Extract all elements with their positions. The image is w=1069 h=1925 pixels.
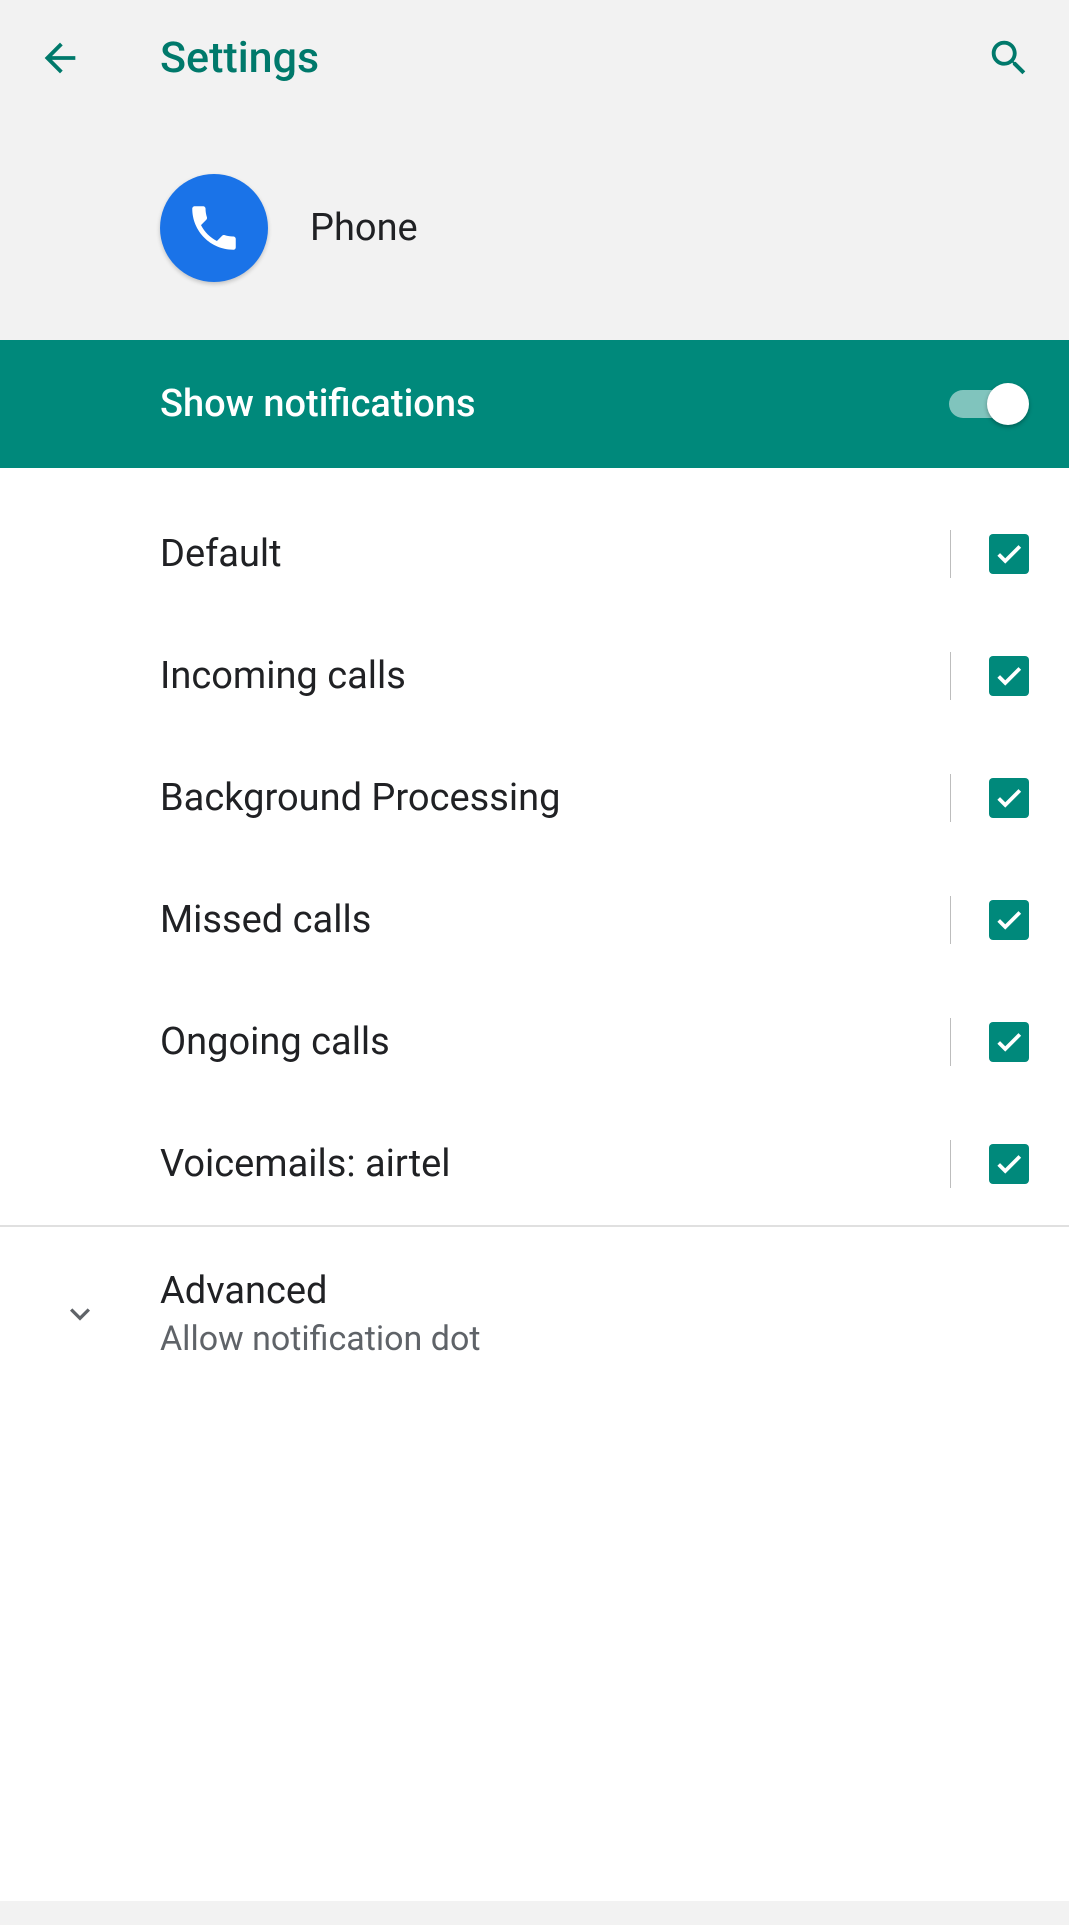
divider <box>950 896 951 944</box>
category-background-processing[interactable]: Background Processing <box>0 737 1069 859</box>
page-title: Settings <box>160 33 979 83</box>
app-info-section: Phone <box>0 115 1069 340</box>
category-label: Voicemails: airtel <box>160 1142 950 1186</box>
bottom-fill <box>0 1401 1069 1901</box>
chevron-down-icon <box>60 1294 100 1334</box>
expand-button <box>0 1294 160 1334</box>
show-notifications-label: Show notifications <box>160 382 939 426</box>
category-background-processing-checkbox[interactable] <box>989 778 1029 818</box>
divider <box>950 652 951 700</box>
advanced-section[interactable]: Advanced Allow notification dot <box>0 1227 1069 1401</box>
advanced-subtitle: Allow notification dot <box>160 1319 1029 1359</box>
check-icon <box>994 1149 1024 1179</box>
category-ongoing-calls-checkbox[interactable] <box>989 1022 1029 1062</box>
category-default[interactable]: Default <box>0 468 1069 615</box>
search-icon <box>986 35 1032 81</box>
toggle-thumb <box>987 383 1029 425</box>
arrow-left-icon <box>37 35 83 81</box>
check-icon <box>994 539 1024 569</box>
app-bar: Settings <box>0 0 1069 115</box>
category-missed-calls[interactable]: Missed calls <box>0 859 1069 981</box>
back-button[interactable] <box>30 28 90 88</box>
category-missed-calls-checkbox[interactable] <box>989 900 1029 940</box>
app-name-label: Phone <box>310 206 418 250</box>
category-voicemails[interactable]: Voicemails: airtel <box>0 1103 1069 1225</box>
divider <box>950 530 951 578</box>
check-icon <box>994 783 1024 813</box>
category-label: Missed calls <box>160 898 950 942</box>
category-incoming-calls-checkbox[interactable] <box>989 656 1029 696</box>
category-voicemails-checkbox[interactable] <box>989 1144 1029 1184</box>
divider <box>950 1140 951 1188</box>
show-notifications-toggle[interactable] <box>939 383 1029 425</box>
category-label: Default <box>160 532 950 576</box>
category-label: Incoming calls <box>160 654 950 698</box>
category-incoming-calls[interactable]: Incoming calls <box>0 615 1069 737</box>
advanced-content: Advanced Allow notification dot <box>160 1269 1029 1359</box>
check-icon <box>994 661 1024 691</box>
divider <box>950 774 951 822</box>
search-button[interactable] <box>979 28 1039 88</box>
category-label: Background Processing <box>160 776 950 820</box>
category-label: Ongoing calls <box>160 1020 950 1064</box>
show-notifications-banner[interactable]: Show notifications <box>0 340 1069 468</box>
category-default-checkbox[interactable] <box>989 534 1029 574</box>
check-icon <box>994 905 1024 935</box>
advanced-title: Advanced <box>160 1269 1029 1313</box>
check-icon <box>994 1027 1024 1057</box>
phone-icon <box>185 199 243 257</box>
phone-app-icon <box>160 174 268 282</box>
divider <box>950 1018 951 1066</box>
category-ongoing-calls[interactable]: Ongoing calls <box>0 981 1069 1103</box>
notification-categories-list: Default Incoming calls Background Proces… <box>0 468 1069 1225</box>
